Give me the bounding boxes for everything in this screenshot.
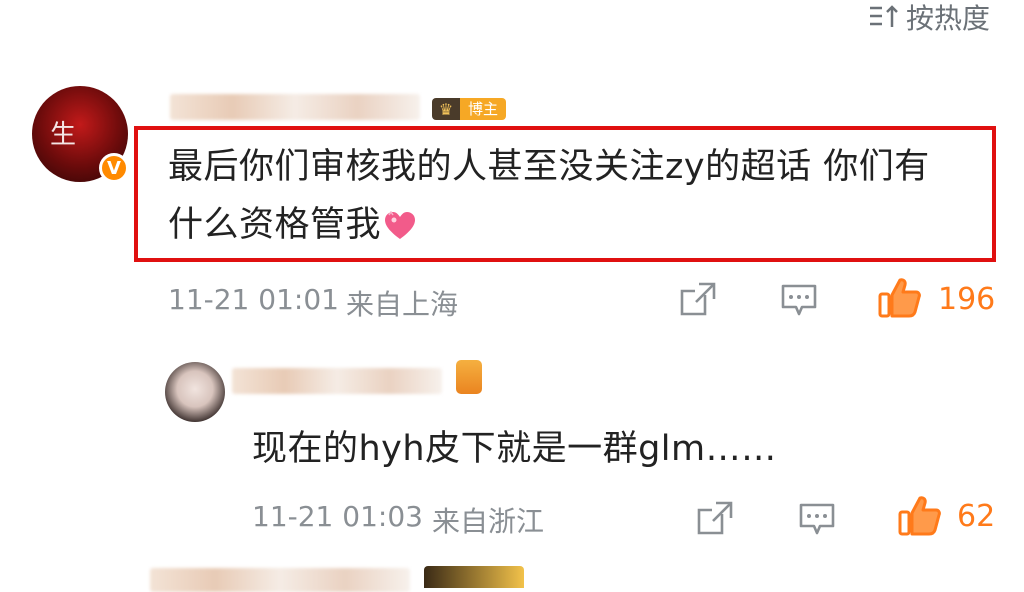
share-icon[interactable] bbox=[679, 281, 717, 317]
comment-location: 来自上海 bbox=[346, 288, 459, 321]
reply-location: 来自浙江 bbox=[432, 505, 545, 538]
blogger-badge-label: 博主 bbox=[460, 98, 507, 120]
avatar-text: 生 bbox=[50, 120, 79, 150]
like-icon[interactable] bbox=[878, 276, 922, 318]
comment-icon[interactable] bbox=[780, 283, 818, 317]
sort-icon bbox=[869, 5, 898, 27]
next-comment-username[interactable] bbox=[150, 568, 410, 592]
reply-username[interactable] bbox=[232, 368, 442, 394]
comment-timestamp: 11-21 01:01 bbox=[168, 283, 339, 316]
blogger-badge: ♛ 博主 bbox=[432, 96, 507, 122]
comment-text-line2: 什么资格管我 bbox=[168, 205, 382, 245]
share-icon[interactable] bbox=[696, 500, 734, 536]
crown-icon: ♛ bbox=[432, 98, 460, 120]
comment-text-line2-wrap: 什么资格管我 bbox=[168, 196, 978, 254]
reply-timestamp: 11-21 01:03 bbox=[252, 500, 423, 533]
like-count: 62 bbox=[957, 499, 996, 534]
next-comment-badge-icon bbox=[424, 566, 524, 588]
sort-by-hot-button[interactable]: 按热度 bbox=[868, 0, 990, 35]
like-icon[interactable] bbox=[898, 494, 942, 536]
reply-avatar[interactable] bbox=[165, 362, 225, 422]
verified-badge-icon: V bbox=[99, 153, 129, 183]
sort-label: 按热度 bbox=[905, 2, 990, 35]
fan-badge-icon bbox=[456, 360, 482, 394]
blurred-username bbox=[150, 568, 410, 592]
heart-emoji-icon bbox=[385, 211, 416, 239]
comment-text-line1: 最后你们审核我的人甚至没关注zy的超话 你们有 bbox=[168, 147, 930, 187]
reply-text: 现在的hyh皮下就是一群glm…… bbox=[252, 429, 777, 469]
like-count: 196 bbox=[938, 282, 996, 317]
blurred-username bbox=[232, 368, 442, 394]
blurred-username bbox=[170, 94, 420, 120]
comment-text: 最后你们审核我的人甚至没关注zy的超话 你们有 什么资格管我 bbox=[168, 138, 978, 254]
comment-icon[interactable] bbox=[798, 502, 836, 536]
commenter-username[interactable] bbox=[170, 88, 420, 122]
